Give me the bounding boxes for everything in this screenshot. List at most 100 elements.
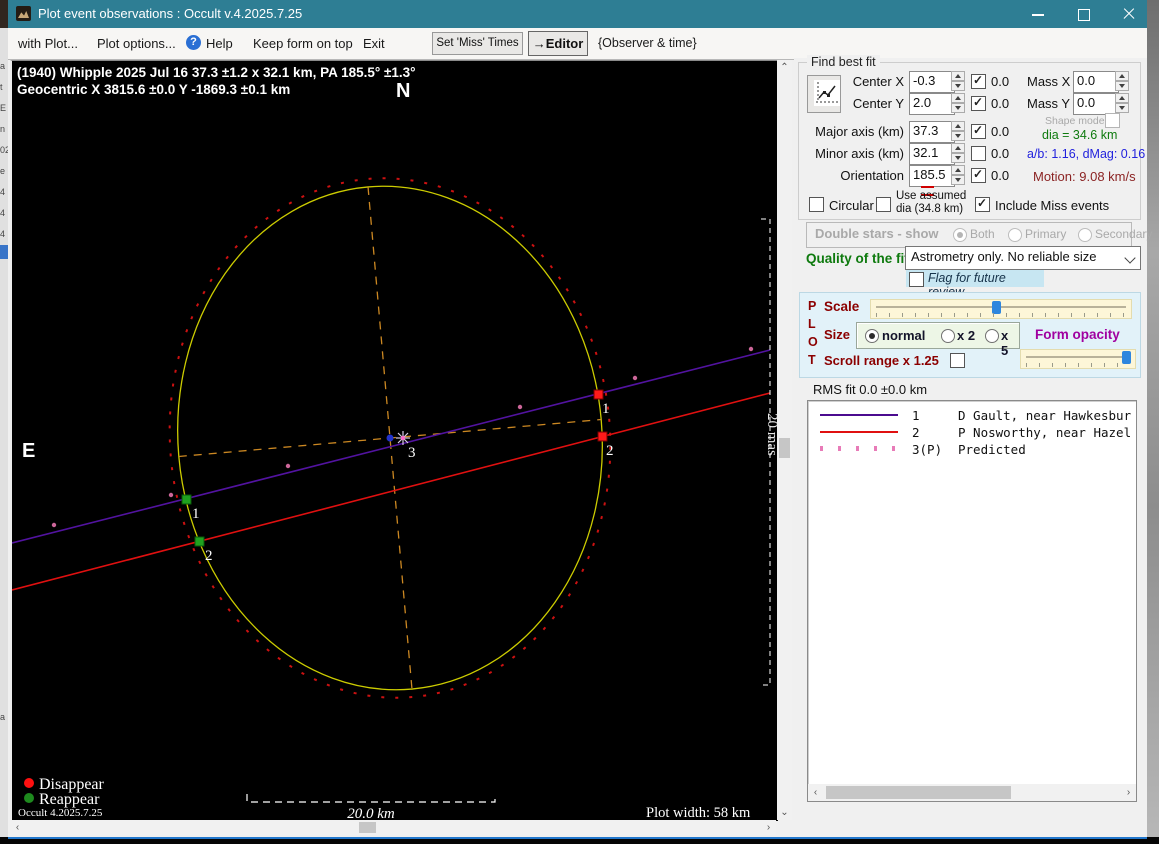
list-hscroll-thumb[interactable] — [826, 786, 1011, 799]
center-y-spinner[interactable] — [951, 93, 965, 113]
double-secondary-label: Secondary — [1095, 227, 1152, 241]
menu-with-plot[interactable]: with Plot... — [18, 36, 78, 51]
reappear-marker-1[interactable] — [182, 495, 191, 504]
disappear-marker-2[interactable] — [598, 432, 607, 441]
scroll-up-icon[interactable]: ⌃ — [777, 60, 792, 75]
help-icon[interactable]: ? — [186, 35, 201, 50]
size-x5-label: x 5 — [1001, 328, 1019, 358]
minor-axis-lock-checkbox[interactable] — [971, 146, 986, 161]
major-axis-lock-value: 0.0 — [991, 124, 1009, 139]
predicted-star-marker[interactable] — [396, 431, 410, 445]
menu-keep-on-top[interactable]: Keep form on top — [253, 36, 353, 51]
observer-row-2[interactable]: 2 P Nosworthy, near Hazel — [808, 424, 1136, 441]
vscroll-thumb[interactable] — [779, 438, 790, 458]
minimize-button[interactable] — [1021, 0, 1055, 28]
editor-button[interactable]: →Editor — [528, 31, 588, 56]
shape-model-checkbox[interactable] — [1105, 113, 1120, 128]
observer-list[interactable]: 1 D Gault, near Hawkesbur 2 P Nosworthy,… — [807, 400, 1137, 802]
motion-label: Motion: 9.08 km/s — [1033, 169, 1136, 184]
scale-slider-groove — [876, 306, 1126, 308]
flag-review-checkbox[interactable] — [909, 272, 924, 287]
center-x-spinner[interactable] — [951, 71, 965, 91]
mass-y-input[interactable]: 0.0 — [1073, 93, 1119, 115]
legend-reappear: Reappear — [39, 791, 100, 808]
mass-x-input[interactable]: 0.0 — [1073, 71, 1119, 93]
plot-hscrollbar[interactable]: ‹ › — [10, 820, 776, 835]
plot-vscrollbar[interactable]: ⌃ ⌄ — [777, 60, 792, 820]
size-x2-radio[interactable] — [941, 329, 955, 343]
quality-value: Astrometry only. No reliable size — [911, 249, 1096, 264]
maximize-button[interactable] — [1067, 0, 1101, 28]
quality-dropdown[interactable]: Astrometry only. No reliable size — [905, 246, 1141, 270]
plot-controls-panel: P L O T Scale Size normal x 2 x 5 Form o… — [799, 292, 1141, 378]
major-axis-spinner[interactable] — [951, 121, 965, 141]
observer-list-hscrollbar[interactable]: ‹ › — [808, 784, 1136, 801]
circular-checkbox[interactable] — [809, 197, 824, 212]
double-primary-radio[interactable] — [1008, 228, 1022, 242]
center-y-lock-checkbox[interactable] — [971, 96, 986, 111]
use-assumed-label-1: Use assumed — [896, 190, 966, 202]
orientation-label: Orientation — [809, 168, 904, 183]
include-miss-label: Include Miss events — [995, 198, 1109, 213]
scroll-down-icon[interactable]: ⌄ — [777, 805, 792, 820]
plot-canvas: 3 1 2 1 2 (1940) Whipple 2025 Jul 16 37.… — [12, 61, 778, 821]
hscroll-thumb[interactable] — [359, 822, 376, 833]
ellipse-center-dot — [387, 435, 394, 442]
menu-plot-options[interactable]: Plot options... — [97, 36, 176, 51]
mass-x-spinner[interactable] — [1115, 71, 1129, 91]
double-secondary-radio[interactable] — [1078, 228, 1092, 242]
predicted-line-swatch — [820, 446, 898, 451]
east-label: E — [22, 440, 35, 462]
background-window-titlebar-fragment — [0, 0, 8, 28]
plot-panel-letters: P L O T — [808, 297, 818, 369]
size-normal-radio[interactable] — [865, 329, 879, 343]
scroll-left-icon[interactable]: ‹ — [10, 820, 25, 835]
scale-slider-ticks — [876, 313, 1126, 317]
center-x-input[interactable]: -0.3 — [909, 71, 955, 93]
set-miss-times-button[interactable]: Set 'Miss' Times — [432, 32, 523, 55]
menu-exit[interactable]: Exit — [363, 36, 385, 51]
double-stars-label: Double stars - show — [815, 226, 939, 241]
opacity-slider-ticks — [1026, 363, 1130, 367]
disappear-marker-1[interactable] — [594, 390, 603, 399]
major-axis-label: Major axis (km) — [809, 124, 904, 139]
size-x5-radio[interactable] — [985, 329, 999, 343]
north-label: N — [396, 80, 410, 102]
orientation-spinner[interactable] — [951, 165, 965, 185]
scale-slider[interactable] — [870, 299, 1132, 319]
observer-2-id: 2 — [912, 425, 920, 440]
observer-row-1[interactable]: 1 D Gault, near Hawkesbur — [808, 407, 1136, 424]
minor-axis-label: Minor axis (km) — [809, 146, 904, 161]
center-y-input[interactable]: 2.0 — [909, 93, 955, 115]
mass-y-spinner[interactable] — [1115, 93, 1129, 113]
disappear-label-2: 2 — [606, 443, 614, 459]
major-axis-lock-checkbox[interactable] — [971, 124, 986, 139]
rms-label: RMS fit 0.0 ±0.0 km — [813, 382, 927, 397]
use-assumed-checkbox[interactable] — [876, 197, 891, 212]
list-scroll-right-icon[interactable]: › — [1121, 785, 1136, 800]
scroll-range-checkbox[interactable] — [950, 353, 965, 368]
observer-row-3[interactable]: 3(P) Predicted — [808, 441, 1136, 458]
reappear-marker-2[interactable] — [195, 537, 204, 546]
orientation-input[interactable]: 185.5 — [909, 165, 955, 187]
scroll-right-icon[interactable]: › — [761, 820, 776, 835]
size-x2-label: x 2 — [957, 328, 975, 343]
use-assumed-label-2: dia (34.8 km) — [896, 203, 963, 215]
minor-axis-input[interactable]: 32.1 — [909, 143, 955, 165]
major-axis-input[interactable]: 37.3 — [909, 121, 955, 143]
minor-axis-spinner[interactable] — [951, 143, 965, 163]
opacity-slider-groove — [1026, 356, 1130, 358]
form-opacity-slider[interactable] — [1020, 349, 1136, 369]
disappear-label-1: 1 — [602, 401, 610, 417]
mountain-icon — [18, 11, 29, 18]
double-both-radio[interactable] — [953, 228, 967, 242]
center-y-label: Center Y — [819, 96, 904, 111]
list-scroll-left-icon[interactable]: ‹ — [808, 785, 823, 800]
center-x-lock-checkbox[interactable] — [971, 74, 986, 89]
include-miss-checkbox[interactable] — [975, 197, 990, 212]
observer-2-name: P Nosworthy, near Hazel — [958, 425, 1131, 440]
orientation-lock-checkbox[interactable] — [971, 168, 986, 183]
close-button[interactable] — [1112, 0, 1146, 28]
menu-help[interactable]: Help — [206, 36, 233, 51]
orientation-lock-value: 0.0 — [991, 168, 1009, 183]
